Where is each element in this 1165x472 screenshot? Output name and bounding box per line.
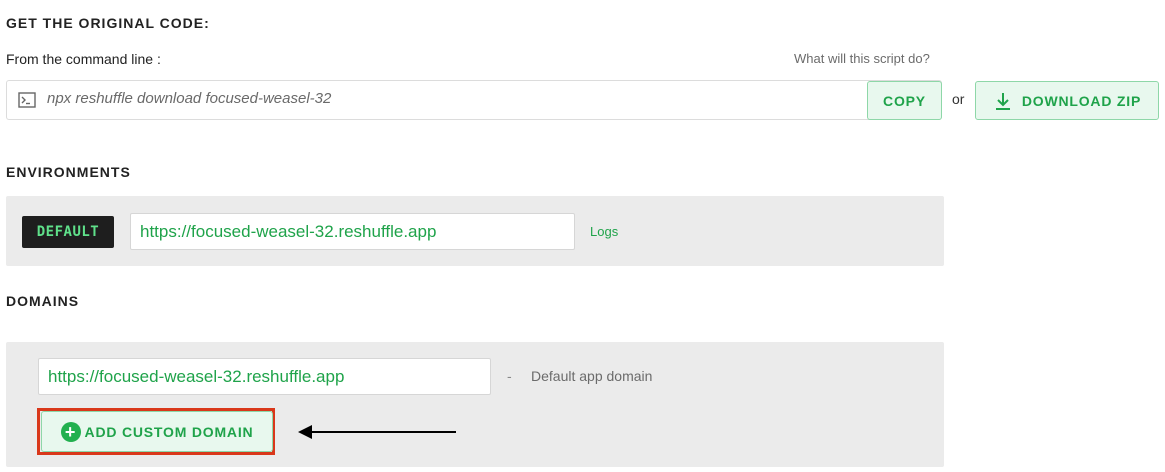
domains-title: DOMAINS [6,293,80,309]
domain-separator: - [507,368,512,384]
download-zip-label: DOWNLOAD ZIP [1021,92,1142,109]
download-icon [995,92,1010,110]
logs-link[interactable]: Logs [590,224,618,239]
terminal-icon [18,92,36,108]
copy-button[interactable]: COPY [867,81,942,120]
copy-button-label: COPY [883,92,926,109]
command-line-label: From the command line : [6,51,161,67]
add-custom-domain-button[interactable]: + ADD CUSTOM DOMAIN [41,411,273,452]
plus-circle-icon: + [60,421,81,442]
download-zip-button[interactable]: DOWNLOAD ZIP [975,81,1159,120]
domain-description: Default app domain [531,368,653,384]
arrow-left-icon [298,425,456,439]
or-text: or [952,91,965,107]
original-code-title: GET THE ORIGINAL CODE: [6,15,210,31]
command-text[interactable]: npx reshuffle download focused-weasel-32 [47,90,331,107]
environments-title: ENVIRONMENTS [6,164,131,180]
default-env-badge: DEFAULT [22,216,114,248]
environment-url-field[interactable]: https://focused-weasel-32.reshuffle.app [130,213,575,250]
domain-url-field[interactable]: https://focused-weasel-32.reshuffle.app [38,358,491,395]
script-help-link[interactable]: What will this script do? [794,51,930,66]
add-custom-domain-label: ADD CUSTOM DOMAIN [84,423,254,440]
